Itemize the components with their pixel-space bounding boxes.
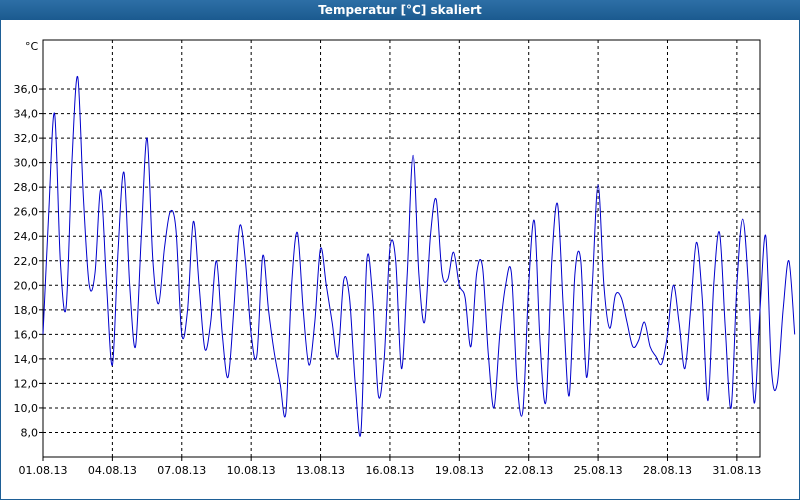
x-tick-label: 01.08.13	[19, 464, 68, 477]
y-axis-ticks: 8,0 10,0 12,0 14,0 16,0 18,0 20,0 22,0 24,0 26,0 2…	[14, 83, 43, 439]
chart-canvas: 8,0 10,0 12,0 14,0 16,0 18,0 20,0 22,0 24,0 26,0 2…	[1, 20, 799, 499]
x-tick-label: 31.08.13	[712, 464, 761, 477]
y-axis-unit-label: °C	[25, 40, 39, 53]
y-tick-label: 16,0	[14, 328, 39, 341]
x-tick-label: 07.08.13	[157, 464, 206, 477]
y-tick-label: 10,0	[14, 402, 39, 415]
y-tick-label: 36,0	[14, 83, 39, 96]
grid-lines	[43, 40, 760, 457]
y-tick-label: 26,0	[14, 206, 39, 219]
y-tick-label: 22,0	[14, 255, 39, 268]
x-tick-label: 10.08.13	[227, 464, 276, 477]
temperature-chart: 8,0 10,0 12,0 14,0 16,0 18,0 20,0 22,0 24,0 26,0 2…	[14, 39, 796, 477]
x-tick-label: 13.08.13	[296, 464, 345, 477]
x-tick-label: 04.08.13	[88, 464, 137, 477]
y-tick-label: 34,0	[14, 108, 39, 121]
x-tick-label: 25.08.13	[574, 464, 623, 477]
y-tick-label: 20,0	[14, 279, 39, 292]
chart-window: Temperatur [°C] skaliert 8,0 10,0 12,0 14,0…	[0, 0, 800, 500]
y-tick-label: 24,0	[14, 230, 39, 243]
y-tick-label: 28,0	[14, 181, 39, 194]
y-tick-label: 18,0	[14, 304, 39, 317]
x-tick-label: 16.08.13	[365, 464, 414, 477]
x-tick-label: 28.08.13	[643, 464, 692, 477]
y-tick-label: 32,0	[14, 132, 39, 145]
y-tick-label: 14,0	[14, 353, 39, 366]
x-tick-label: 22.08.13	[504, 464, 553, 477]
series-line-temperature	[42, 76, 796, 437]
x-tick-label: 19.08.13	[435, 464, 484, 477]
window-title: Temperatur [°C] skaliert	[0, 0, 800, 20]
x-axis-ticks: 01.08.13 04.08.13 07.08.13 10.08.13 13.08.13…	[19, 457, 761, 477]
y-tick-label: 30,0	[14, 157, 39, 170]
y-tick-label: 8,0	[21, 426, 39, 439]
y-tick-label: 12,0	[14, 377, 39, 390]
plot-frame	[42, 39, 761, 458]
